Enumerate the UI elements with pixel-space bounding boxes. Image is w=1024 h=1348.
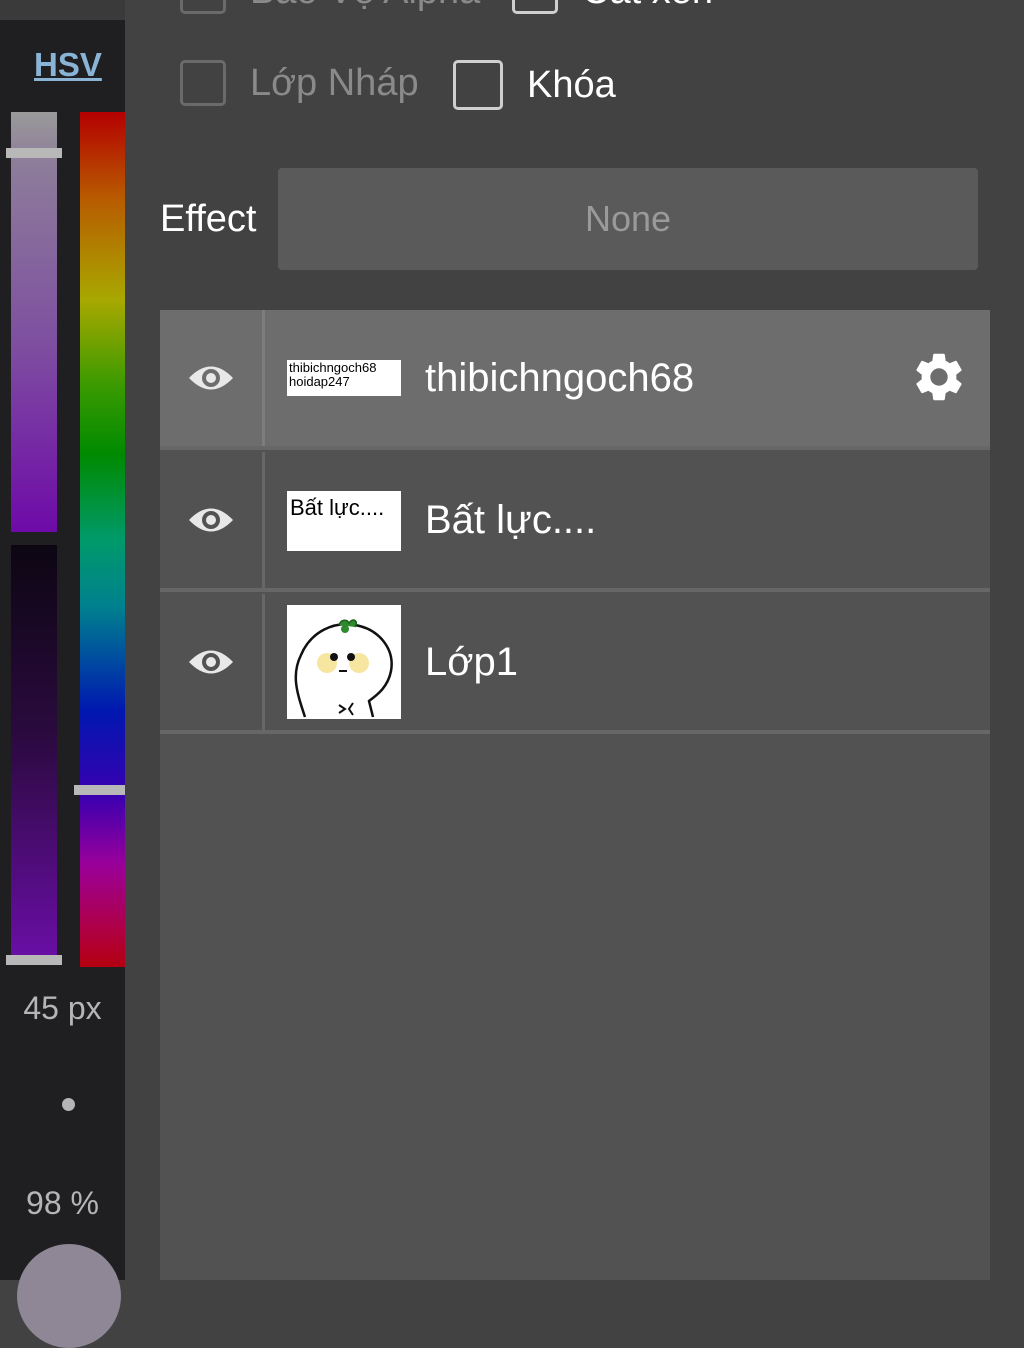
clipping-option[interactable]: Cắt xén [512,0,713,14]
layer-row[interactable]: thibichngoch68 hoidap247 thibichngoch68 [160,310,990,450]
saturation-slider-handle[interactable] [6,148,62,158]
brush-size-label[interactable]: 45 px [0,990,125,1027]
value-slider-handle[interactable] [6,955,62,965]
clipping-label: Cắt xén [582,0,713,13]
eye-icon [189,366,233,390]
lock-checkbox[interactable] [453,60,503,110]
effect-label: Effect [160,198,257,240]
draft-layer-option[interactable]: Lớp Nháp [180,60,419,106]
hsv-mode-link[interactable]: HSV [34,46,102,84]
layer-row[interactable]: Bất lực.... Bất lực.... [160,452,990,592]
cartoon-character-icon [287,605,401,719]
alpha-protect-label: Bảo Vệ Alpha [250,0,480,13]
thumbnail-text: Bất lực.... [290,495,385,520]
lock-label: Khóa [527,63,616,106]
lock-option[interactable]: Khóa [453,60,616,110]
layer-row[interactable]: Lớp1 [160,594,990,734]
layer-visibility-toggle[interactable] [160,452,265,588]
layer-thumbnail: Bất lực.... [287,491,401,551]
layer-name: Bất lực.... [425,497,597,542]
draft-layer-checkbox[interactable] [180,60,226,106]
eye-icon [189,650,233,674]
layer-name: thibichngoch68 [425,355,695,400]
alpha-protect-checkbox[interactable] [180,0,226,14]
brush-opacity-label[interactable]: 98 % [0,1185,125,1222]
brush-size-preview [62,1098,75,1111]
alpha-protect-option[interactable]: Bảo Vệ Alpha [180,0,480,14]
layer-settings-gear-icon[interactable] [910,348,968,406]
layer-thumbnail: thibichngoch68 hoidap247 [287,360,401,396]
value-slider[interactable] [11,545,57,960]
effect-select-button[interactable]: None [278,168,978,270]
sidebar-top-strip [0,0,125,20]
thumbnail-text-line2: hoidap247 [289,374,350,389]
draft-layer-label: Lớp Nháp [250,61,419,104]
hue-slider[interactable] [80,112,125,967]
color-sidebar: HSV 45 px 98 % [0,0,125,1348]
layer-visibility-toggle[interactable] [160,310,265,446]
layer-thumbnail [287,605,401,719]
thumbnail-text-line1: thibichngoch68 [289,360,377,375]
layer-name: Lớp1 [425,639,518,684]
layers-list: thibichngoch68 hoidap247 thibichngoch68 … [160,310,990,1280]
layer-visibility-toggle[interactable] [160,594,265,730]
hue-slider-handle[interactable] [74,785,125,795]
saturation-slider[interactable] [11,112,57,532]
clipping-checkbox[interactable] [512,0,558,14]
eye-icon [189,508,233,532]
current-color-swatch[interactable] [17,1244,121,1348]
